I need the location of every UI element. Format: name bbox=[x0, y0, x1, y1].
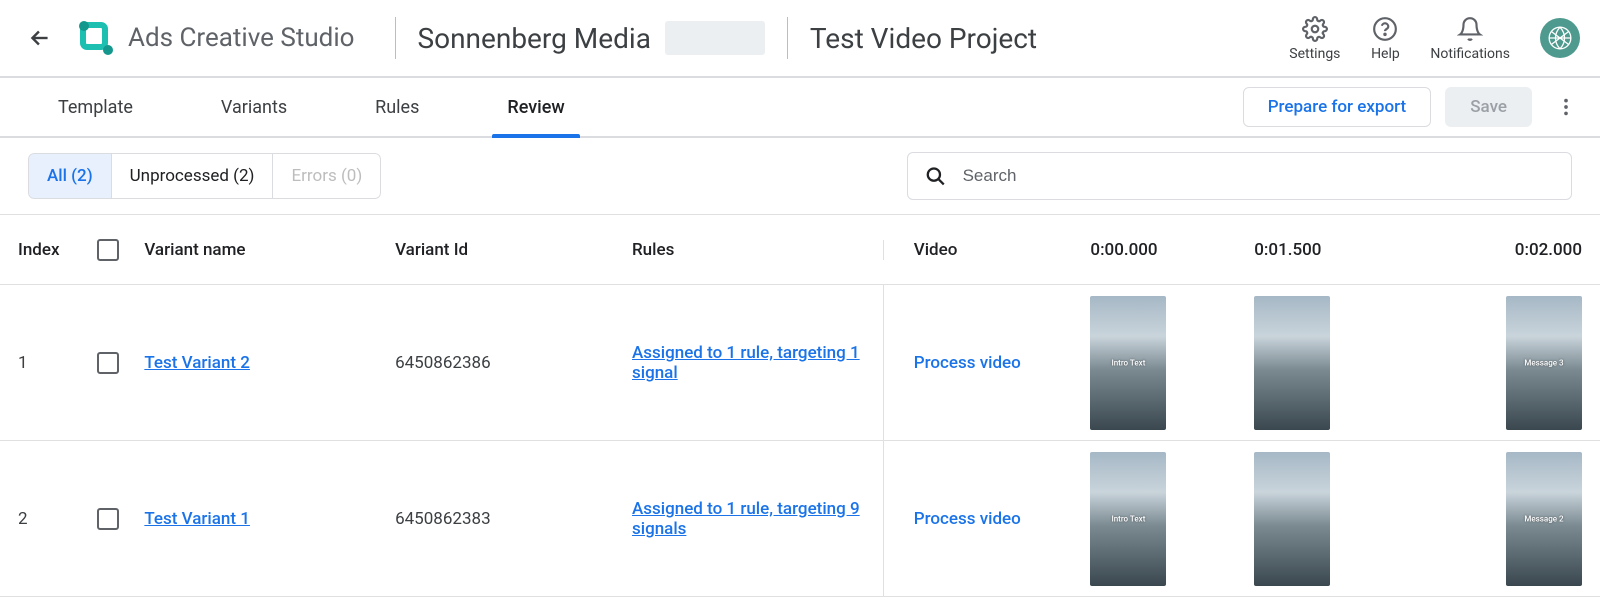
col-check bbox=[97, 239, 144, 261]
search-input[interactable] bbox=[961, 165, 1555, 187]
filter-errors: Errors (0) bbox=[273, 153, 381, 199]
project-breadcrumb[interactable]: Test Video Project bbox=[810, 22, 1037, 55]
filter-all[interactable]: All (2) bbox=[28, 153, 112, 199]
col-time-1: 0:01.500 bbox=[1254, 240, 1418, 260]
globe-icon bbox=[1547, 25, 1573, 51]
thumb-label: Message 3 bbox=[1524, 358, 1563, 367]
rules-link[interactable]: Assigned to 1 rule, targeting 1 signal bbox=[632, 343, 860, 383]
notifications-button[interactable]: Notifications bbox=[1430, 14, 1510, 62]
tabs: Template Variants Rules Review bbox=[14, 78, 609, 136]
arrow-left-icon bbox=[27, 25, 53, 51]
variant-name-link[interactable]: Test Variant 1 bbox=[144, 509, 250, 529]
rules-link[interactable]: Assigned to 1 rule, targeting 9 signals bbox=[632, 499, 860, 539]
product-name: Ads Creative Studio bbox=[128, 23, 355, 53]
col-id: Variant Id bbox=[395, 240, 632, 260]
tab-label: Review bbox=[507, 97, 564, 118]
process-video-link[interactable]: Process video bbox=[914, 509, 1021, 529]
col-video: Video bbox=[883, 240, 1091, 260]
header-actions: Settings Help Notifications bbox=[1289, 14, 1510, 62]
video-thumb[interactable]: Intro Text bbox=[1090, 452, 1166, 586]
select-all-checkbox[interactable] bbox=[97, 239, 119, 261]
org-breadcrumb[interactable]: Sonnenberg Media bbox=[418, 21, 765, 55]
org-name: Sonnenberg Media bbox=[418, 22, 651, 55]
video-thumb[interactable] bbox=[1254, 452, 1330, 586]
video-thumb[interactable]: Message 2 bbox=[1506, 452, 1582, 586]
tab-review[interactable]: Review bbox=[463, 78, 608, 136]
avatar[interactable] bbox=[1540, 18, 1580, 58]
table-row: 2 Test Variant 1 6450862383 Assigned to … bbox=[0, 441, 1600, 597]
col-time-2: 0:02.000 bbox=[1418, 240, 1582, 260]
org-chip bbox=[665, 21, 765, 55]
back-button[interactable] bbox=[20, 18, 60, 58]
col-rules: Rules bbox=[632, 240, 883, 260]
tab-label: Variants bbox=[221, 97, 287, 118]
col-index: Index bbox=[18, 240, 97, 260]
row-index: 1 bbox=[18, 353, 97, 373]
settings-button[interactable]: Settings bbox=[1289, 14, 1340, 62]
variant-id: 6450862383 bbox=[395, 509, 632, 529]
thumb-label: Intro Text bbox=[1111, 358, 1145, 367]
thumb-label: Intro Text bbox=[1111, 514, 1145, 523]
video-thumb[interactable]: Message 3 bbox=[1506, 296, 1582, 430]
row-checkbox[interactable] bbox=[97, 508, 119, 530]
search-icon bbox=[924, 164, 947, 188]
variant-id: 6450862386 bbox=[395, 353, 632, 373]
row-index: 2 bbox=[18, 509, 97, 529]
product-logo-icon bbox=[78, 20, 114, 56]
tab-label: Template bbox=[58, 97, 133, 118]
segment-label: Unprocessed (2) bbox=[130, 166, 255, 186]
table-row: 1 Test Variant 2 6450862386 Assigned to … bbox=[0, 285, 1600, 441]
video-thumb[interactable]: Intro Text bbox=[1090, 296, 1166, 430]
button-label: Save bbox=[1470, 97, 1507, 117]
project-name: Test Video Project bbox=[810, 22, 1037, 55]
tab-actions: Prepare for export Save bbox=[1243, 87, 1586, 127]
col-time-0: 0:00.000 bbox=[1090, 240, 1254, 260]
button-label: Prepare for export bbox=[1268, 97, 1407, 117]
save-button[interactable]: Save bbox=[1445, 87, 1532, 127]
filter-unprocessed[interactable]: Unprocessed (2) bbox=[112, 153, 274, 199]
help-label: Help bbox=[1371, 46, 1400, 62]
more-vert-icon bbox=[1555, 96, 1577, 118]
thumb-label: Message 2 bbox=[1524, 514, 1563, 523]
variant-name-link[interactable]: Test Variant 2 bbox=[144, 353, 250, 373]
row-checkbox[interactable] bbox=[97, 352, 119, 374]
gear-icon bbox=[1300, 14, 1330, 44]
segment-label: Errors (0) bbox=[291, 166, 362, 186]
video-thumb[interactable] bbox=[1254, 296, 1330, 430]
search-container[interactable] bbox=[907, 152, 1572, 200]
tabs-row: Template Variants Rules Review Prepare f… bbox=[0, 78, 1600, 138]
col-name: Variant name bbox=[144, 240, 395, 260]
settings-label: Settings bbox=[1289, 46, 1340, 62]
help-button[interactable]: Help bbox=[1370, 14, 1400, 62]
filter-row: All (2) Unprocessed (2) Errors (0) bbox=[0, 138, 1600, 215]
prepare-export-button[interactable]: Prepare for export bbox=[1243, 87, 1432, 127]
table-header: Index Variant name Variant Id Rules Vide… bbox=[0, 215, 1600, 285]
notifications-label: Notifications bbox=[1430, 46, 1510, 62]
bell-icon bbox=[1455, 14, 1485, 44]
product-logo-wrap[interactable]: Ads Creative Studio bbox=[78, 20, 355, 56]
tab-label: Rules bbox=[375, 97, 419, 118]
process-video-link[interactable]: Process video bbox=[914, 353, 1021, 373]
divider bbox=[787, 17, 788, 59]
more-button[interactable] bbox=[1546, 87, 1586, 127]
segment-label: All (2) bbox=[47, 166, 93, 186]
divider bbox=[395, 17, 396, 59]
top-header: Ads Creative Studio Sonnenberg Media Tes… bbox=[0, 0, 1600, 78]
filter-segments: All (2) Unprocessed (2) Errors (0) bbox=[28, 153, 381, 199]
help-icon bbox=[1370, 14, 1400, 44]
tab-rules[interactable]: Rules bbox=[331, 78, 463, 136]
tab-template[interactable]: Template bbox=[14, 78, 177, 136]
tab-variants[interactable]: Variants bbox=[177, 78, 331, 136]
